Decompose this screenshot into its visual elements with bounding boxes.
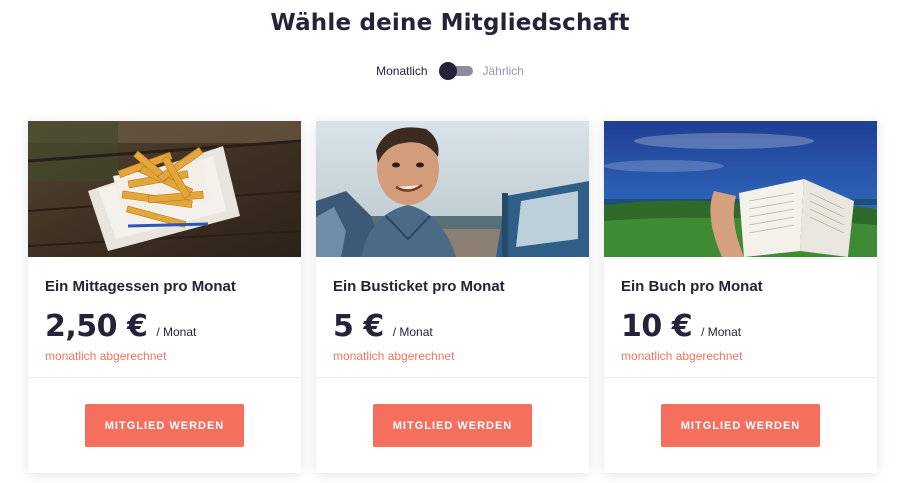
price-period: / Monat — [392, 325, 433, 339]
plan-card-lunch: Ein Mittagessen pro Monat 2,50 € / Monat… — [28, 121, 301, 473]
plan-card-bus-ticket: Ein Busticket pro Monat 5 € / Monat mona… — [316, 121, 589, 473]
card-divider — [316, 377, 589, 378]
billing-toggle: Monatlich Jährlich — [0, 62, 900, 80]
fries-image — [28, 121, 301, 257]
page-title: Wähle deine Mitgliedschaft — [270, 10, 630, 36]
plan-image-book — [604, 121, 877, 257]
price-amount: 5 € — [333, 309, 384, 344]
plan-title: Ein Buch pro Monat — [621, 278, 763, 295]
plan-image-fries — [28, 121, 301, 257]
switch-knob — [438, 62, 457, 80]
book-image — [604, 121, 877, 257]
price-amount: 2,50 € — [45, 309, 148, 344]
toggle-label-yearly[interactable]: Jährlich — [483, 64, 524, 78]
card-divider — [28, 377, 301, 378]
billing-note: monatlich abgerechnet — [333, 349, 455, 363]
become-member-button[interactable]: MITGLIED WERDEN — [85, 404, 244, 447]
billing-period-switch[interactable] — [438, 62, 473, 80]
plan-title: Ein Busticket pro Monat — [333, 278, 505, 295]
billing-note: monatlich abgerechnet — [45, 349, 167, 363]
toggle-label-monthly[interactable]: Monatlich — [376, 64, 427, 78]
price-period: / Monat — [701, 325, 742, 339]
billing-note: monatlich abgerechnet — [621, 349, 743, 363]
plan-card-book: Ein Buch pro Monat 10 € / Monat monatlic… — [604, 121, 877, 473]
price-period: / Monat — [156, 325, 197, 339]
become-member-button[interactable]: MITGLIED WERDEN — [373, 404, 532, 447]
price-amount: 10 € — [621, 309, 693, 344]
plan-image-selfie — [316, 121, 589, 257]
plan-title: Ein Mittagessen pro Monat — [45, 278, 236, 295]
card-divider — [604, 377, 877, 378]
become-member-button[interactable]: MITGLIED WERDEN — [661, 404, 820, 447]
price-row: 2,50 € / Monat — [45, 309, 196, 344]
price-row: 5 € / Monat — [333, 309, 433, 344]
selfie-image — [316, 121, 589, 257]
price-row: 10 € / Monat — [621, 309, 741, 344]
